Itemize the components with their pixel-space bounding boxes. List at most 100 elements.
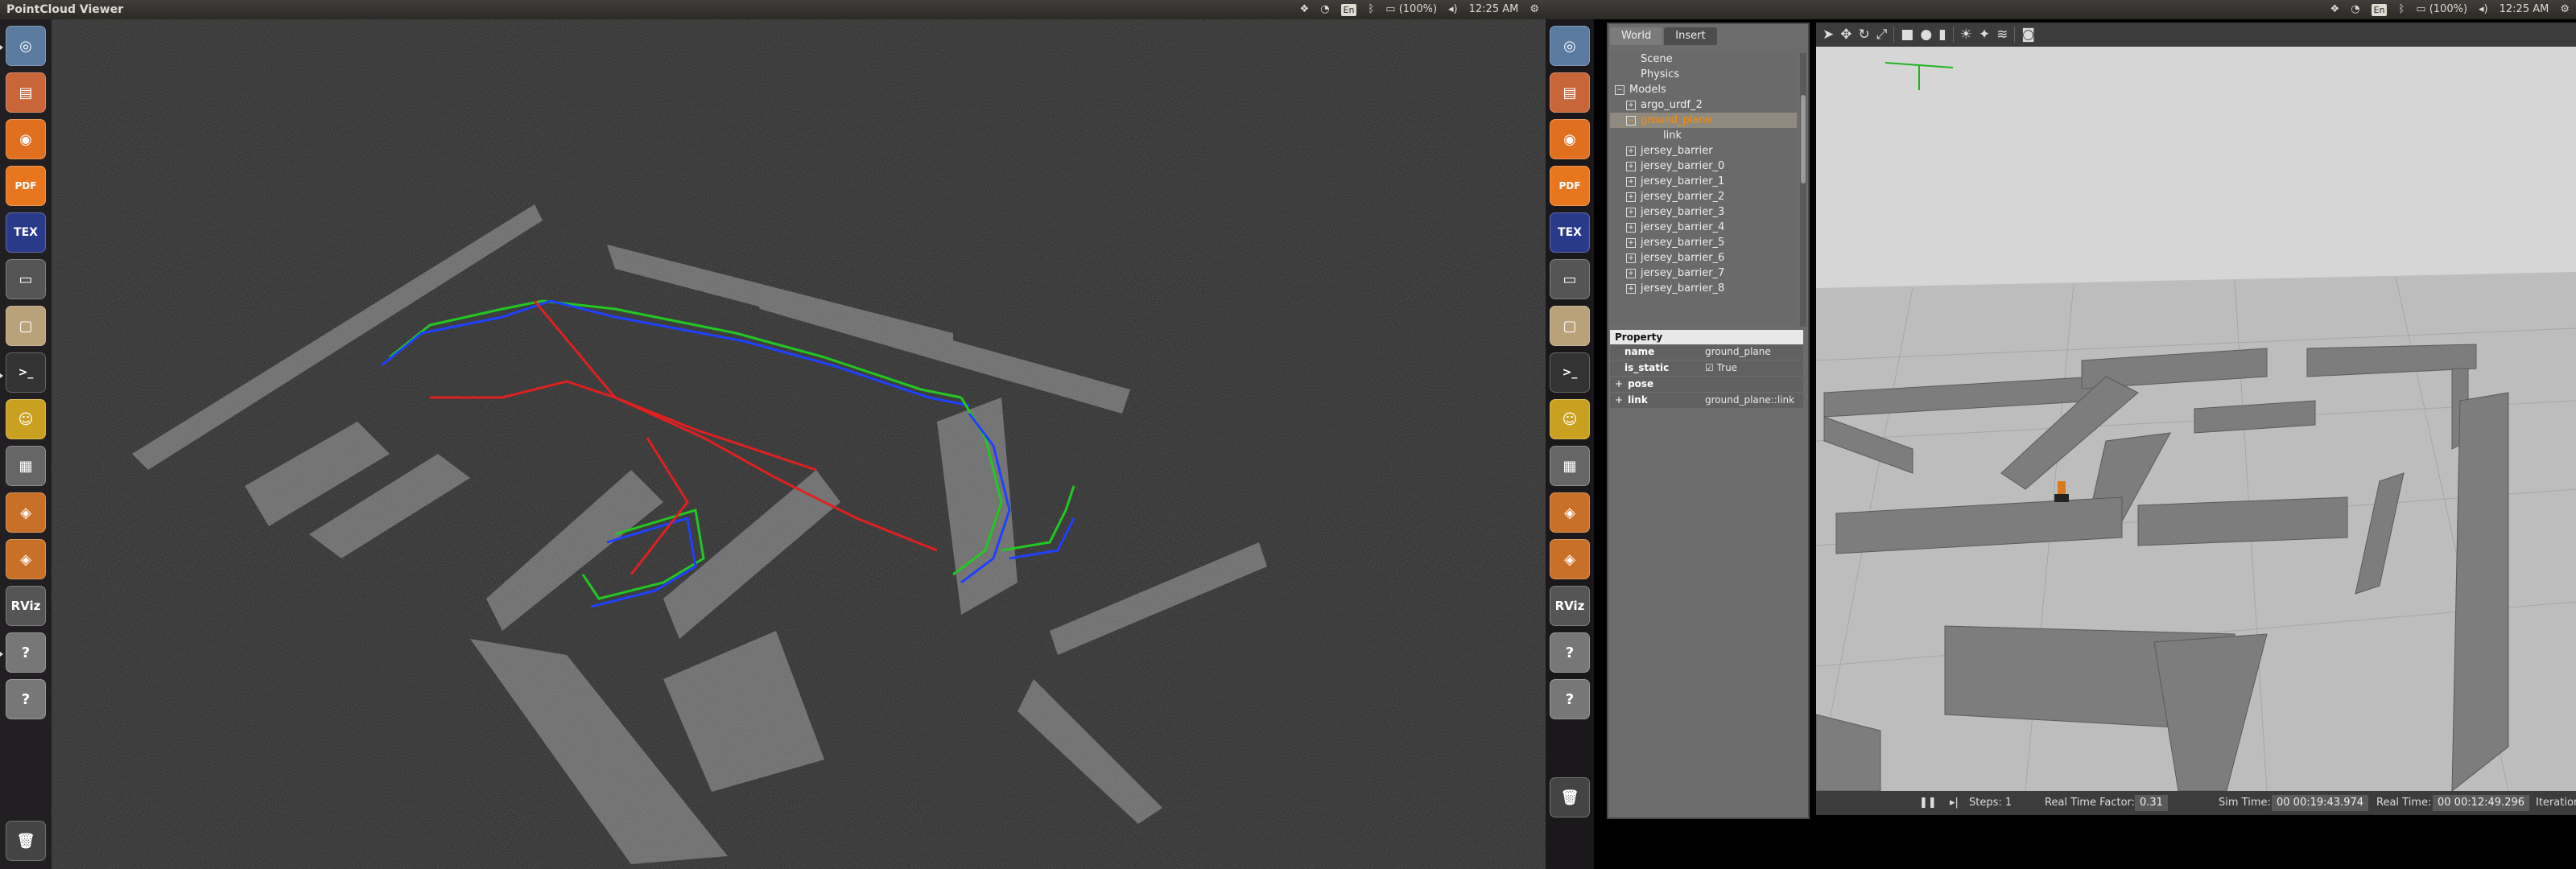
directional-light-icon[interactable]: ≋	[1996, 27, 2008, 43]
rviz-icon[interactable]: RViz	[6, 586, 46, 626]
files-icon[interactable]: ▤	[1550, 72, 1590, 113]
unknown-app-icon[interactable]: ?	[1550, 632, 1590, 673]
steps-control[interactable]: Steps: 1	[1969, 791, 2012, 815]
tree-item[interactable]: link	[1610, 128, 1797, 143]
face-app-icon[interactable]: ☺	[1550, 399, 1590, 439]
tree-item[interactable]: + jersey_barrier_1	[1610, 174, 1797, 189]
calculator-icon[interactable]: ▦	[6, 446, 46, 486]
expand-icon[interactable]: +	[1626, 161, 1636, 171]
property-table[interactable]: Property Value name ground_plane is_static…	[1610, 330, 1803, 409]
expand-icon[interactable]: +	[1626, 146, 1636, 156]
package-box-icon[interactable]: ◈	[6, 539, 46, 579]
scale-icon[interactable]: ⤢	[1876, 27, 1888, 43]
keyboard-indicator[interactable]: En	[2371, 3, 2388, 16]
calculator-icon[interactable]: ▦	[1550, 446, 1590, 486]
clock[interactable]: 12:25 AM	[1469, 0, 1519, 19]
tab-world[interactable]: World	[1610, 27, 1663, 45]
ubuntu-dash-icon[interactable]: ◎	[1550, 26, 1590, 66]
gazebo-3d-scene[interactable]: ➤ ✥ ↻ ⤢ ■ ● ▮ ☀ ✦ ≋ ◙	[1816, 23, 2576, 791]
firefox-icon[interactable]: ◉	[6, 119, 46, 159]
unknown-app-icon[interactable]: ?	[1550, 679, 1590, 719]
property-value-cell[interactable]: ☑ True	[1705, 360, 1803, 376]
trash-icon[interactable]: 🗑	[6, 821, 46, 861]
pause-icon[interactable]: ❚❚	[1919, 791, 1937, 815]
expand-icon[interactable]: +	[1615, 394, 1623, 406]
unknown-app-icon[interactable]: ?	[6, 679, 46, 719]
keyboard-indicator[interactable]: En	[1340, 3, 1357, 16]
property-value-cell[interactable]: ground_plane	[1705, 344, 1803, 360]
tree-item[interactable]: + jersey_barrier_5	[1610, 235, 1797, 250]
wifi-icon[interactable]: ◔	[1320, 0, 1329, 19]
rviz-icon[interactable]: RViz	[1550, 586, 1590, 626]
window-icon[interactable]: ▭	[6, 259, 46, 299]
volume-icon[interactable]: ◂)	[2479, 0, 2488, 19]
select-arrow-icon[interactable]: ➤	[1823, 27, 1834, 43]
expand-icon[interactable]: +	[1626, 222, 1636, 233]
dropbox-icon[interactable]: ❖	[2330, 0, 2340, 19]
point-light-icon[interactable]: ☀	[1960, 27, 1972, 43]
expand-icon[interactable]: +	[1626, 237, 1636, 248]
expand-icon[interactable]: +	[1626, 283, 1636, 294]
expand-icon[interactable]: +	[1626, 207, 1636, 217]
battery-indicator[interactable]: ▭ (100%)	[2416, 0, 2467, 19]
expand-icon[interactable]: +	[1615, 378, 1623, 389]
tree-item[interactable]: + argo_urdf_2	[1610, 97, 1797, 113]
pointcloud-3d-view[interactable]	[52, 19, 1546, 869]
property-value-cell[interactable]: ground_plane::link	[1705, 393, 1803, 408]
tree-item[interactable]: − ground_plane	[1610, 113, 1797, 128]
package-box-icon[interactable]: ◈	[1550, 492, 1590, 533]
text-editor-icon[interactable]: ▢	[1550, 306, 1590, 346]
face-app-icon[interactable]: ☺	[6, 399, 46, 439]
scene-render[interactable]	[1816, 23, 2576, 791]
tree-item[interactable]: − Models	[1610, 82, 1797, 97]
sphere-shape-icon[interactable]: ●	[1920, 27, 1932, 43]
dropbox-icon[interactable]: ❖	[1300, 0, 1310, 19]
package-box-icon[interactable]: ◈	[6, 492, 46, 533]
property-row[interactable]: + link ground_plane::link	[1610, 393, 1803, 409]
gear-icon[interactable]: ⚙	[1530, 0, 1539, 19]
tree-scrollbar[interactable]	[1800, 53, 1806, 327]
checkbox-icon[interactable]: ☑	[1705, 362, 1717, 373]
bluetooth-icon[interactable]: ᛒ	[2398, 0, 2405, 19]
firefox-icon[interactable]: ◉	[1550, 119, 1590, 159]
property-row[interactable]: is_static ☑ True	[1610, 360, 1803, 377]
terminal-icon[interactable]: >_	[6, 352, 46, 393]
pointcloud-render[interactable]	[52, 19, 1546, 869]
box-shape-icon[interactable]: ■	[1901, 27, 1913, 43]
unknown-app-icon[interactable]: ?	[6, 632, 46, 673]
tree-item[interactable]: + jersey_barrier	[1610, 143, 1797, 159]
text-editor-icon[interactable]: ▢	[6, 306, 46, 346]
expand-icon[interactable]: +	[1626, 192, 1636, 202]
volume-icon[interactable]: ◂)	[1448, 0, 1458, 19]
world-tree[interactable]: Scene Physics − Models + argo_urdf_2− ground_p…	[1610, 51, 1797, 325]
expand-icon[interactable]: +	[1626, 100, 1636, 110]
package-box-icon[interactable]: ◈	[1550, 539, 1590, 579]
tree-item[interactable]: + jersey_barrier_0	[1610, 159, 1797, 174]
step-icon[interactable]: ▸|	[1950, 791, 1959, 815]
screenshot-icon[interactable]: ◙	[2021, 27, 2035, 43]
collapse-icon[interactable]: −	[1615, 84, 1624, 95]
cylinder-shape-icon[interactable]: ▮	[1938, 27, 1946, 43]
tree-item[interactable]: + jersey_barrier_2	[1610, 189, 1797, 204]
tree-item[interactable]: + jersey_barrier_3	[1610, 204, 1797, 220]
tree-item[interactable]: + jersey_barrier_7	[1610, 266, 1797, 281]
texmaker-icon[interactable]: TEX	[6, 212, 46, 253]
property-value-cell[interactable]	[1705, 377, 1803, 392]
gear-icon[interactable]: ⚙	[2560, 0, 2570, 19]
property-row[interactable]: + pose	[1610, 377, 1803, 393]
translate-icon[interactable]: ✥	[1840, 27, 1852, 43]
clock[interactable]: 12:25 AM	[2500, 0, 2549, 19]
tree-item[interactable]: Scene	[1610, 51, 1797, 67]
pdf-viewer-icon[interactable]: PDF	[1550, 166, 1590, 206]
pdf-viewer-icon[interactable]: PDF	[6, 166, 46, 206]
property-row[interactable]: name ground_plane	[1610, 344, 1803, 360]
scrollbar-thumb[interactable]	[1801, 95, 1806, 183]
collapse-icon[interactable]: −	[1626, 115, 1636, 126]
spot-light-icon[interactable]: ✦	[1979, 27, 1990, 43]
window-icon[interactable]: ▭	[1550, 259, 1590, 299]
files-icon[interactable]: ▤	[6, 72, 46, 113]
trash-icon[interactable]: 🗑	[1550, 777, 1590, 818]
terminal-icon[interactable]: >_	[1550, 352, 1590, 393]
expand-icon[interactable]: +	[1626, 253, 1636, 263]
tab-insert[interactable]: Insert	[1664, 27, 1717, 45]
